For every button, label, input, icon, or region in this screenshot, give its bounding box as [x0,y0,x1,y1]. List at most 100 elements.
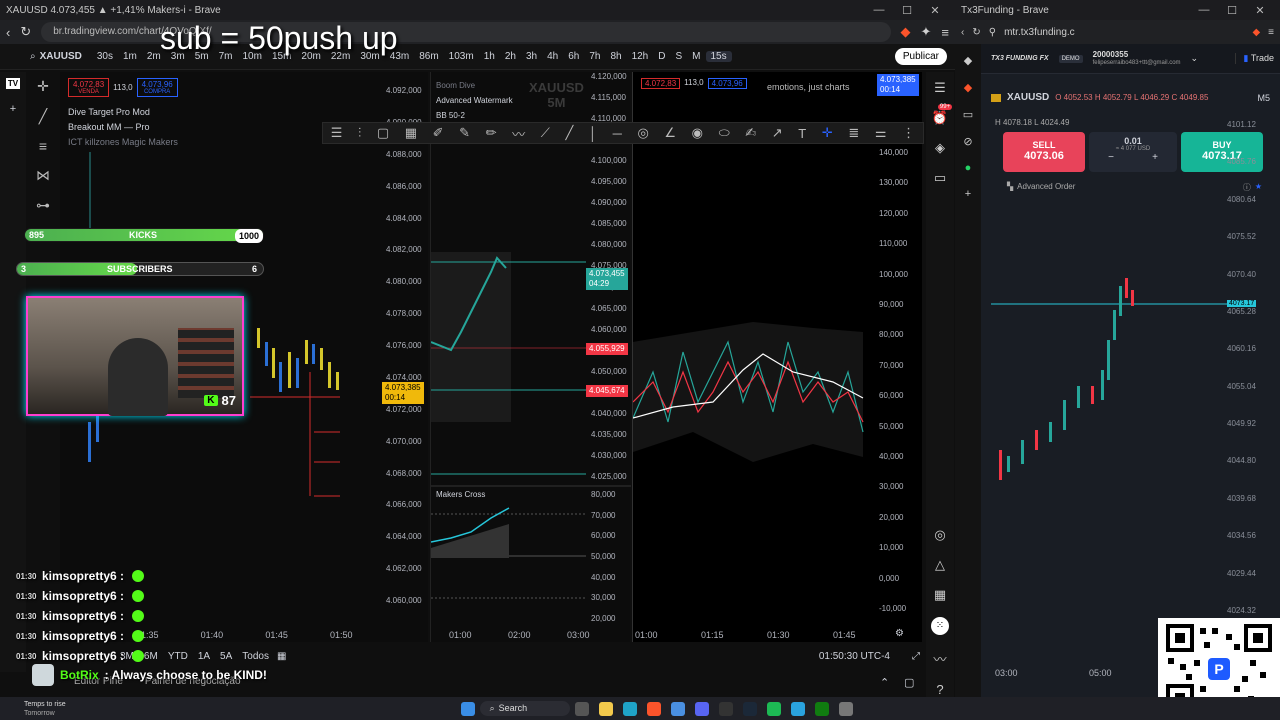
timeframe-12h[interactable]: 12h [627,51,654,62]
lot-value[interactable]: 0.01 [1089,136,1177,146]
chart-pane-3[interactable]: 4.072,83 113,0 4.073,96 emotions, just c… [632,72,922,642]
brave-icon[interactable]: ◆ [964,81,972,94]
mountains-icon[interactable]: △ [935,557,945,573]
calendar-icon[interactable]: ▦ [934,587,946,603]
back-icon[interactable]: ‹ [6,25,10,40]
trend-line-icon[interactable]: ╱ [39,108,47,125]
sell-quote-button[interactable]: 4.072,83 VENDA [68,78,110,97]
more-icon[interactable]: ⋮ [902,125,915,141]
add-icon[interactable]: + [965,188,971,200]
menu-icon[interactable]: ≡ [941,25,949,40]
indicator-label[interactable]: Boom Dive [436,78,513,93]
minimize-icon[interactable]: — [1190,4,1218,16]
increase-lot-button[interactable]: + [1152,152,1158,163]
reload-icon[interactable]: ↻ [20,24,31,40]
close-icon[interactable]: ✕ [921,4,949,17]
highlighter-icon[interactable]: ✍ [745,125,756,141]
pattern-icon[interactable]: ⋈ [36,167,50,184]
broker-logo[interactable]: TX3 FUNDING FX [991,55,1049,62]
add-icon[interactable]: + [10,103,16,115]
fib-icon[interactable]: ≣ [848,125,859,141]
indicator-label[interactable]: Breakout MM — Pro [68,120,178,135]
horizontal-line-icon[interactable]: ─ [613,126,622,141]
timeframe-D[interactable]: D [653,51,670,62]
trade-tab[interactable]: ▮ Trade [1234,53,1274,64]
url-field[interactable]: mtr.tx3funding.c [1004,27,1244,38]
collapse-icon[interactable]: ⌃ [880,676,889,689]
help-icon[interactable]: ? [936,682,943,697]
settings-lines-icon[interactable]: ⚌ [875,125,887,141]
ray-icon[interactable]: ⟋ [541,125,550,141]
maximize-icon[interactable]: ☐ [1218,4,1246,17]
range-button-5a[interactable]: 5A [220,651,232,662]
ellipse-icon[interactable]: ⬭ [719,125,730,141]
timeframe-15s[interactable]: 15s [705,51,732,62]
file-explorer-icon[interactable] [598,701,613,716]
publish-button[interactable]: Publicar [894,48,947,65]
calendar-range-icon[interactable]: ▦ [277,651,286,662]
range-button-1a[interactable]: 1A [198,651,210,662]
horizontal-lines-icon[interactable]: ≡ [39,138,47,154]
extensions-icon[interactable]: ✦ [921,24,932,40]
path-icon[interactable]: ↗ [772,125,783,141]
timeframe-103m[interactable]: 103m [444,51,479,62]
minimize-icon[interactable]: — [865,4,893,16]
advanced-order-link[interactable]: ▚ Advanced Order ⓘ ★ [1007,182,1262,193]
search-icon[interactable]: ⌕ [30,51,36,62]
app-icon[interactable] [838,701,853,716]
windows-start-icon[interactable] [460,701,475,716]
apps-icon[interactable]: ⁙ [931,617,949,635]
discord-icon[interactable] [694,701,709,716]
range-button-6m[interactable]: 6M [144,651,158,662]
sell-quote-price[interactable]: 4.072,83 [641,78,681,89]
buy-quote-button[interactable]: 4.073,96 COMPRA [136,78,178,97]
chat-icon[interactable]: ▭ [934,170,946,186]
gem-icon[interactable]: ◆ [964,54,972,67]
timeframe-8h[interactable]: 8h [605,51,626,62]
timeframe-1m[interactable]: 1m [118,51,142,62]
obs-icon[interactable] [718,701,733,716]
telegram-icon[interactable] [790,701,805,716]
back-icon[interactable]: ‹ [961,27,964,38]
line-icon[interactable]: ╱ [565,125,573,141]
chevron-down-icon[interactable]: ⌄ [1191,53,1199,64]
decrease-lot-button[interactable]: − [1108,152,1114,163]
timeframe-1h[interactable]: 1h [479,51,500,62]
text-icon[interactable]: T [798,126,806,141]
symbol-label[interactable]: XAUUSD [40,51,82,62]
chart-pane-2[interactable]: Boom Dive Advanced Watermark BB 50-2 XAU… [430,72,631,642]
crosshair-icon[interactable]: ✛ [37,78,49,95]
weather-widget[interactable]: Temps to rise Tomorrow [24,700,66,718]
zigzag-icon[interactable]: 〰 [512,124,525,143]
grid-icon[interactable]: ▦ [405,125,417,141]
maximize-icon[interactable]: ☐ [893,4,921,17]
watchlist-icon[interactable]: ☰ [934,80,946,96]
indicator-label[interactable]: Dive Target Pro Mod [68,105,178,120]
info-icon[interactable]: ⓘ [1243,182,1251,193]
indicator-label[interactable]: Advanced Watermark [436,93,513,108]
no-ads-icon[interactable]: ⊘ [963,135,972,148]
rectangle-icon[interactable]: ▢ [377,125,389,141]
account-selector[interactable]: 20000355 felipeserraibo483+ttt@gmail.com [1093,50,1181,68]
taskbar-search[interactable]: ⌕ Search [479,701,570,716]
brush-icon[interactable]: ✏ [486,125,497,141]
edge-icon[interactable] [622,701,637,716]
close-icon[interactable]: ✕ [1246,4,1274,17]
circle-icon[interactable]: ◎ [637,125,648,141]
brave-shield-icon[interactable]: ◆ [1252,27,1260,38]
spotify-icon[interactable] [766,701,781,716]
site-info-icon[interactable]: ⚲ [989,27,996,38]
clock[interactable]: 01:50:30 UTC-4 [819,651,890,662]
crosshair-icon[interactable]: ✛ [822,125,833,141]
pencil-icon[interactable]: ✎ [459,125,470,141]
timeframe-6h[interactable]: 6h [563,51,584,62]
fib-icon[interactable]: ⊶ [36,197,50,214]
sell-button[interactable]: SELL 4073.06 [1003,132,1085,172]
timeframe-7h[interactable]: 7h [584,51,605,62]
channel-icon[interactable]: ⫶ [358,125,361,141]
maximize-panel-icon[interactable]: ▢ [904,676,914,689]
lines-icon[interactable]: ☰ [331,125,343,141]
timeframe-S[interactable]: S [670,51,687,62]
store-icon[interactable] [670,701,685,716]
task-view-icon[interactable] [574,701,589,716]
